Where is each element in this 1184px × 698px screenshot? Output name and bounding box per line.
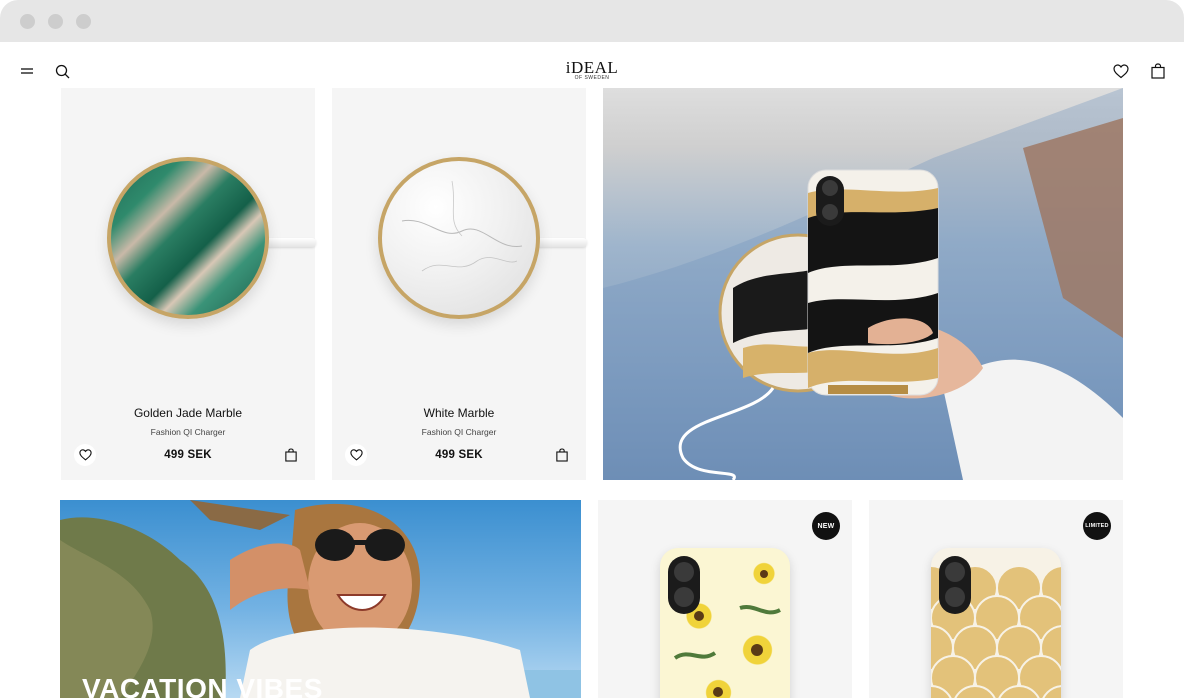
- jade-marble-charger: [107, 157, 269, 319]
- product-image[interactable]: [61, 88, 316, 388]
- window-minimize-dot[interactable]: [48, 14, 63, 29]
- product-card[interactable]: LIMITED: [869, 500, 1123, 698]
- lifestyle-photo[interactable]: [603, 88, 1123, 480]
- limited-badge: LIMITED: [1083, 512, 1111, 540]
- camera-lens: [668, 556, 700, 614]
- cart-bag-icon[interactable]: [1149, 62, 1167, 80]
- new-badge: NEW: [812, 512, 840, 540]
- product-card[interactable]: Golden Jade Marble Fashion QI Charger 49…: [61, 88, 316, 480]
- camera-lens: [939, 556, 971, 614]
- window-close-dot[interactable]: [20, 14, 35, 29]
- white-marble-charger: [378, 157, 540, 319]
- product-type: Fashion QI Charger: [421, 427, 497, 437]
- product-card[interactable]: White Marble Fashion QI Charger 499 SEK: [332, 88, 587, 480]
- banner-title[interactable]: VACATION VIBES: [82, 673, 323, 698]
- product-name[interactable]: White Marble: [332, 406, 586, 420]
- vacation-vibes-banner[interactable]: VACATION VIBES: [60, 500, 581, 698]
- wishlist-heart-icon[interactable]: [1112, 62, 1130, 80]
- window-maximize-dot[interactable]: [76, 14, 91, 29]
- brand-logo[interactable]: iDEAL OF SWEDEN: [0, 58, 1184, 81]
- product-price: 499 SEK: [435, 449, 483, 461]
- product-name[interactable]: Golden Jade Marble: [61, 406, 315, 420]
- add-to-cart-bag-icon[interactable]: [551, 444, 573, 466]
- product-card[interactable]: NEW: [598, 500, 852, 698]
- add-to-wishlist-heart-icon[interactable]: [74, 444, 96, 466]
- site-header: iDEAL OF SWEDEN: [0, 42, 1184, 90]
- window-chrome: [0, 0, 1184, 42]
- add-to-cart-bag-icon[interactable]: [280, 444, 302, 466]
- product-type: Fashion QI Charger: [150, 427, 226, 437]
- scallop-phone-case[interactable]: [931, 548, 1061, 698]
- logo-subtext: OF SWEDEN: [574, 75, 610, 81]
- add-to-wishlist-heart-icon[interactable]: [345, 444, 367, 466]
- product-image[interactable]: [332, 88, 587, 388]
- product-price: 499 SEK: [164, 449, 212, 461]
- sunflower-phone-case[interactable]: [660, 548, 790, 698]
